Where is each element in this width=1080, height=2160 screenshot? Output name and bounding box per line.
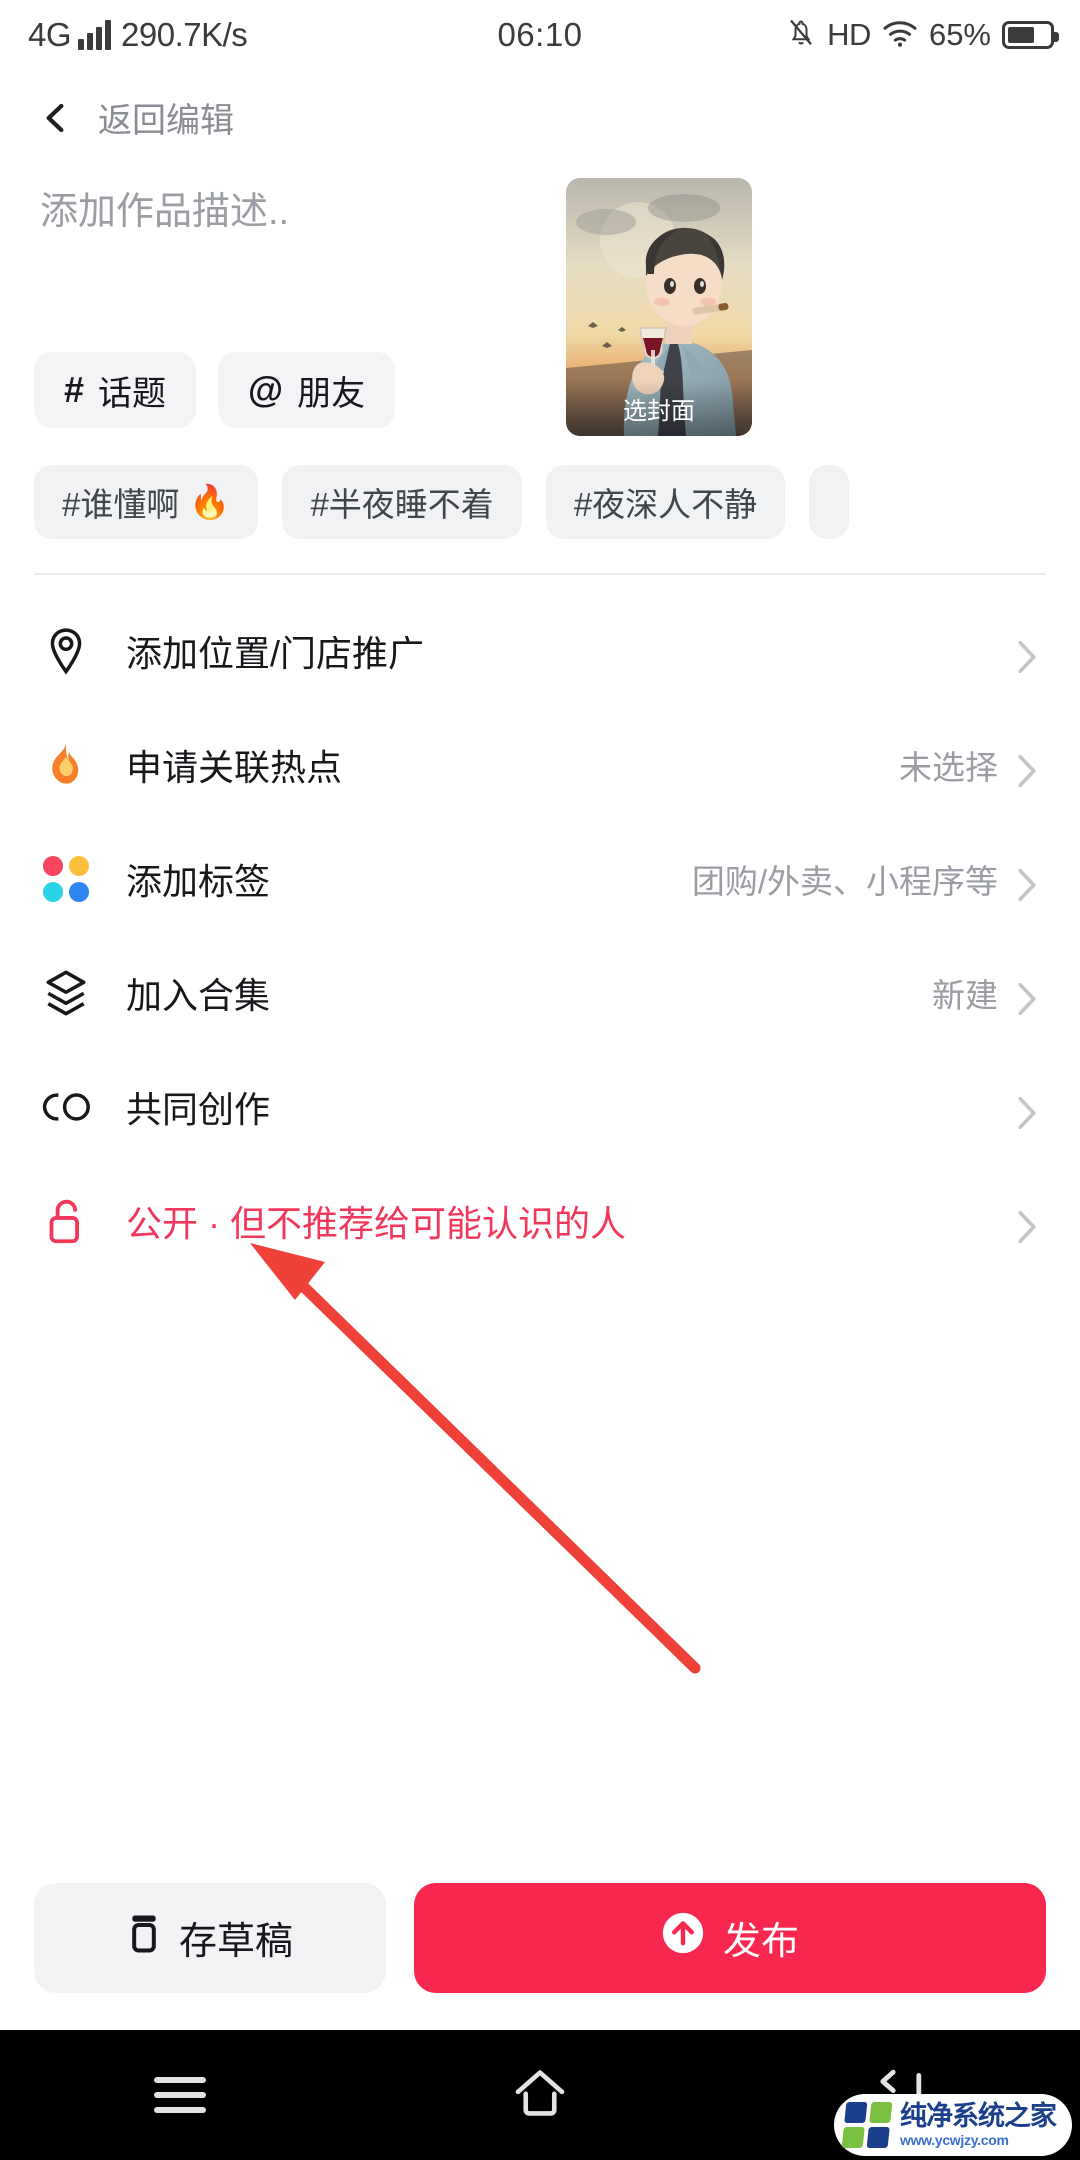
battery-icon	[1002, 21, 1059, 49]
watermark-name: 纯净系统之家	[900, 2101, 1057, 2131]
chevron-right-icon	[1016, 1210, 1038, 1244]
android-home-button[interactable]	[360, 2067, 720, 2124]
chevron-right-icon	[1016, 754, 1038, 788]
layers-icon	[40, 967, 92, 1019]
chevron-right-icon	[1016, 982, 1038, 1016]
upload-arrow-icon	[661, 1911, 705, 1965]
friend-chip[interactable]: @ 朋友	[218, 352, 396, 428]
hd-label: HD	[827, 17, 871, 52]
row-label: 共同创作	[126, 1089, 271, 1130]
row-value: 未选择	[899, 749, 998, 786]
publish-button[interactable]: 发布	[414, 1882, 1046, 1993]
chevron-right-icon	[1016, 868, 1038, 902]
row-apply-hotspot[interactable]: 申请关联热点 未选择	[0, 708, 1080, 822]
save-draft-label: 存草稿	[178, 1921, 293, 1963]
unlock-icon	[40, 1195, 92, 1247]
watermark-text: 纯净系统之家 www.ycwjzy.com	[900, 2101, 1057, 2148]
row-label: 公开 · 但不推荐给可能认识的人	[126, 1203, 626, 1244]
home-icon	[513, 2067, 567, 2124]
at-icon: @	[248, 369, 284, 410]
tag-suggestion-item-partial[interactable]	[809, 465, 850, 539]
description-placeholder: 添加作品描述..	[40, 191, 290, 233]
status-bar-right: HD 65%	[786, 16, 1059, 55]
chevron-right-icon	[1016, 640, 1038, 674]
row-value: 团购/外卖、小程序等	[691, 863, 998, 900]
row-privacy[interactable]: 公开 · 但不推荐给可能认识的人	[0, 1164, 1080, 1278]
wifi-icon	[882, 18, 918, 53]
row-label: 添加位置/门店推广	[126, 633, 425, 674]
watermark-logo-icon	[841, 2102, 893, 2148]
row-label: 添加标签	[126, 861, 271, 902]
bottom-action-bar: 存草稿 发布	[0, 1855, 1080, 2020]
row-value: 新建	[932, 977, 998, 1014]
watermark: 纯净系统之家 www.ycwjzy.com	[834, 2094, 1072, 2156]
hash-icon: #	[64, 369, 85, 410]
save-draft-button[interactable]: 存草稿	[34, 1882, 386, 1993]
android-menu-button[interactable]	[0, 2068, 360, 2122]
mute-bell-icon	[786, 16, 816, 55]
insert-chips: # 话题 @ 朋友	[34, 352, 396, 428]
location-pin-icon	[40, 625, 92, 677]
tag-suggestion-label: #谁懂啊	[62, 486, 180, 523]
back-to-edit-label: 返回编辑	[98, 102, 234, 140]
co-create-icon	[40, 1081, 92, 1133]
tag-suggestion-label: #夜深人不静	[573, 486, 758, 523]
tag-suggestion-list[interactable]: #谁懂啊 🔥 #半夜睡不着 #夜深人不静	[34, 465, 1080, 539]
tag-suggestion-label: #半夜睡不着	[310, 486, 494, 523]
four-dots-shape	[43, 856, 89, 902]
flame-icon: 🔥	[189, 482, 231, 520]
draft-box-icon	[127, 1913, 161, 1963]
cover-thumbnail[interactable]: 选封面	[566, 178, 752, 436]
status-bar: 4G 290.7K/s 06:10 HD 65%	[0, 0, 1080, 70]
cover-label: 选封面	[566, 380, 752, 436]
publish-label: 发布	[722, 1921, 799, 1963]
watermark-url: www.ycwjzy.com	[900, 2132, 1009, 2148]
friend-chip-label: 朋友	[297, 374, 366, 413]
chevron-left-icon	[40, 102, 72, 134]
row-label: 加入合集	[126, 975, 271, 1016]
row-add-tag[interactable]: 添加标签 团购/外卖、小程序等	[0, 822, 1080, 936]
back-to-edit-button[interactable]: 返回编辑	[0, 70, 1080, 165]
menu-icon	[154, 2068, 206, 2122]
description-input[interactable]: 添加作品描述..	[40, 178, 520, 328]
section-divider	[34, 573, 1046, 575]
publish-screen: 4G 290.7K/s 06:10 HD 65% 返回编辑 添加作品描述.. 选…	[0, 0, 1080, 2160]
topic-chip-label: 话题	[98, 374, 167, 413]
flame-icon	[40, 739, 92, 791]
row-co-creation[interactable]: 共同创作	[0, 1050, 1080, 1164]
tag-suggestion-item[interactable]: #夜深人不静	[545, 465, 786, 539]
tag-suggestion-item[interactable]: #半夜睡不着	[282, 465, 522, 539]
row-label: 申请关联热点	[126, 747, 343, 788]
topic-chip[interactable]: # 话题	[34, 352, 197, 428]
row-join-collection[interactable]: 加入合集 新建	[0, 936, 1080, 1050]
battery-percent-label: 65%	[928, 17, 991, 52]
four-dots-icon	[40, 853, 92, 905]
row-add-location[interactable]: 添加位置/门店推广	[0, 594, 1080, 708]
option-list: 添加位置/门店推广 申请关联热点 未选择 添加标签 团购/外卖、小程序等 加入合…	[0, 594, 1080, 1278]
tag-suggestion-item[interactable]: #谁懂啊 🔥	[34, 465, 259, 539]
chevron-right-icon	[1016, 1096, 1038, 1130]
